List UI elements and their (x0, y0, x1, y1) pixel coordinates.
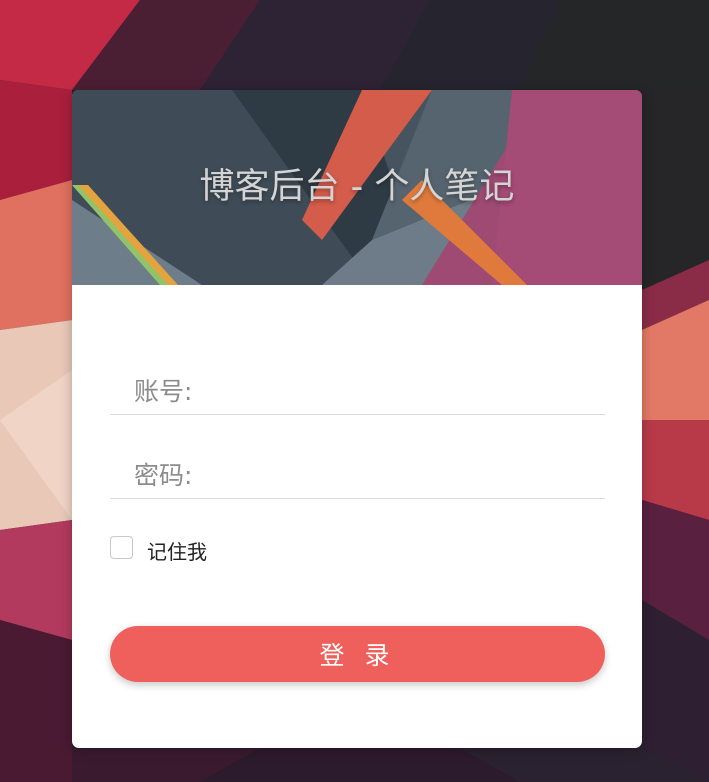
login-button[interactable]: 登 录 (110, 626, 605, 682)
password-field: 密码: (110, 446, 605, 499)
remember-me-checkbox[interactable] (110, 536, 133, 559)
account-input[interactable] (210, 368, 604, 410)
password-input[interactable] (210, 452, 604, 494)
account-label: 账号: (134, 377, 193, 406)
header-banner: 博客后台 - 个人笔记 (72, 90, 642, 285)
page-title: 博客后台 - 个人笔记 (199, 167, 515, 207)
password-label: 密码: (134, 461, 193, 490)
login-card: 博客后台 - 个人笔记 账号: 密码: 记住我 登 录 (72, 90, 642, 748)
account-field: 账号: (110, 362, 605, 415)
remember-me-label[interactable]: 记住我 (147, 536, 207, 565)
